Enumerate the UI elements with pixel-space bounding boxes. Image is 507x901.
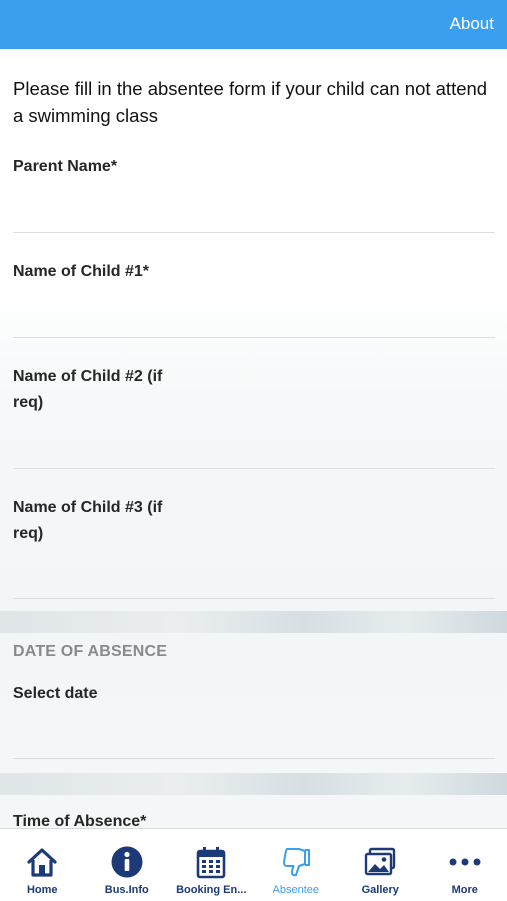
- tab-absentee-label: Absentee: [273, 884, 319, 896]
- tab-absentee[interactable]: Absentee: [254, 829, 339, 901]
- tab-bus-info[interactable]: Bus.Info: [85, 829, 170, 901]
- tab-more-label: More: [452, 884, 478, 896]
- section-divider-2: [0, 773, 507, 795]
- tab-gallery-label: Gallery: [362, 884, 399, 896]
- form-scroll-area[interactable]: Please fill in the absentee form if your…: [0, 49, 507, 828]
- select-date-label: Select date: [13, 681, 97, 707]
- time-of-absence-label: Time of Absence*: [13, 809, 146, 828]
- top-bar: About: [0, 0, 507, 49]
- section-divider: [0, 611, 507, 633]
- gallery-icon: [363, 845, 397, 879]
- bottom-tab-bar: Home Bus.Info Booking En...: [0, 828, 507, 901]
- child-2-name-input[interactable]: [13, 440, 495, 469]
- tab-home[interactable]: Home: [0, 829, 85, 901]
- parent-name-input[interactable]: [13, 204, 495, 233]
- more-icon: [448, 845, 482, 879]
- child-2-name-label: Name of Child #2 (if req): [13, 364, 162, 416]
- tab-gallery[interactable]: Gallery: [338, 829, 423, 901]
- select-date-input[interactable]: [13, 730, 495, 759]
- tab-booking-enquiry[interactable]: Booking En...: [169, 829, 254, 901]
- about-button[interactable]: About: [450, 14, 494, 34]
- info-icon: [110, 845, 144, 879]
- tab-booking-enquiry-label: Booking En...: [176, 884, 246, 896]
- child-1-name-input[interactable]: [13, 309, 495, 338]
- tab-bus-info-label: Bus.Info: [105, 884, 149, 896]
- date-of-absence-heading: DATE OF ABSENCE: [13, 643, 167, 661]
- child-3-name-input[interactable]: [13, 570, 495, 599]
- calendar-icon: [194, 845, 228, 879]
- tab-more[interactable]: More: [423, 829, 507, 901]
- home-icon: [25, 845, 59, 879]
- tab-home-label: Home: [27, 884, 58, 896]
- form-intro-text: Please fill in the absentee form if your…: [13, 75, 493, 129]
- thumbs-down-icon: [279, 845, 313, 879]
- child-3-name-label: Name of Child #3 (if req): [13, 495, 162, 547]
- parent-name-label: Parent Name*: [13, 154, 117, 180]
- child-1-name-label: Name of Child #1*: [13, 259, 149, 285]
